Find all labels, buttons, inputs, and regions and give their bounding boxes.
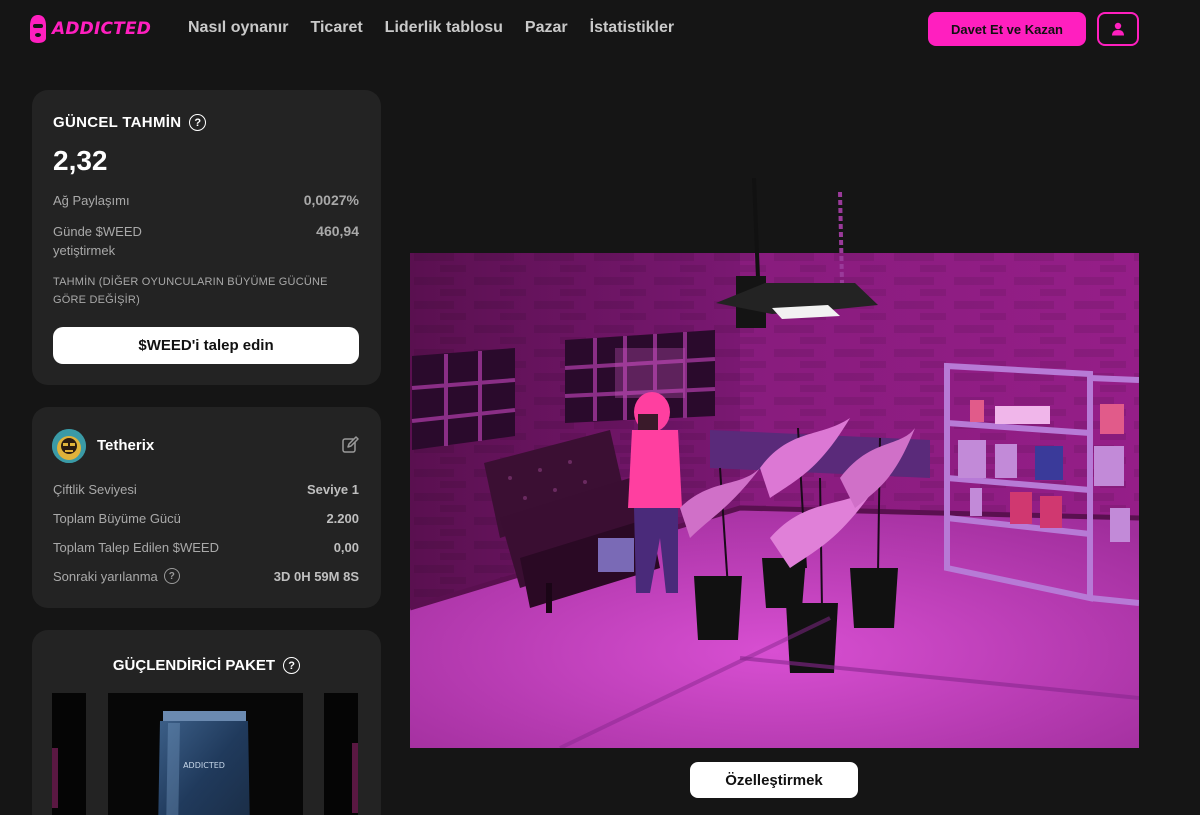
- current-estimate-card: GÜNCEL TAHMİN ? 2,32 Ağ Paylaşımı 0,0027…: [32, 90, 381, 385]
- grow-room-scene[interactable]: [410, 178, 1139, 748]
- daily-grow-value: 460,94: [316, 223, 359, 239]
- next-halving-label: Sonraki yarılanma ?: [53, 568, 180, 584]
- user-profile-button[interactable]: [1097, 12, 1139, 46]
- farm-level-label: Çiftlik Seviyesi: [53, 482, 137, 497]
- username: Tetherix: [97, 437, 155, 454]
- estimate-title-text: GÜNCEL TAHMİN: [53, 114, 182, 131]
- invite-and-earn-button[interactable]: Davet Et ve Kazan: [928, 12, 1086, 46]
- next-halving-label-text: Sonraki yarılanma: [53, 568, 158, 584]
- previous-pack-preview[interactable]: [52, 693, 86, 815]
- estimate-note: TAHMİN (DİĞER OYUNCULARIN BÜYÜME GÜCÜNE …: [53, 276, 328, 306]
- customize-button[interactable]: Özelleştirmek: [690, 762, 858, 798]
- total-grow-power-value: 2.200: [326, 511, 359, 526]
- nav-link-leaderboard[interactable]: Liderlik tablosu: [385, 19, 503, 37]
- nav-link-statistics[interactable]: İstatistikler: [590, 19, 674, 37]
- next-halving-countdown: 3D 0H 59M 8S: [273, 569, 359, 584]
- pack-preview-image: [352, 743, 358, 813]
- farm-level-value: Seviye 1: [306, 482, 359, 497]
- svg-text:ADDICTED: ADDICTED: [183, 761, 225, 770]
- booster-pack-card: GÜÇLENDİRİCİ PAKET ? ADDICTED: [32, 630, 381, 815]
- network-share-label: Ağ Paylaşımı: [53, 193, 130, 208]
- nav-link-how-to-play[interactable]: Nasıl oynanır: [188, 19, 288, 37]
- booster-pack-image[interactable]: ADDICTED: [108, 693, 303, 815]
- booster-pack-title-text: GÜÇLENDİRİCİ PAKET: [112, 657, 276, 674]
- pack-preview-image: [52, 748, 58, 808]
- booster-pack-title: GÜÇLENDİRİCİ PAKET ?: [32, 657, 381, 674]
- user-icon: [1112, 22, 1124, 36]
- brand-logo[interactable]: ADDICTED: [28, 14, 151, 44]
- edit-icon[interactable]: [341, 436, 359, 454]
- nav-link-market[interactable]: Pazar: [525, 19, 568, 37]
- help-icon[interactable]: ?: [189, 114, 207, 131]
- avatar[interactable]: [52, 429, 86, 463]
- next-pack-preview[interactable]: [324, 693, 358, 815]
- player-profile-card: Tetherix Çiftlik Seviyesi Seviye 1 Topla…: [32, 407, 381, 608]
- estimate-title: GÜNCEL TAHMİN ?: [53, 114, 207, 131]
- daily-grow-label-line1: Günde $WEED: [53, 224, 142, 239]
- estimate-value: 2,32: [53, 145, 108, 176]
- brand-name: ADDICTED: [52, 19, 152, 39]
- daily-grow-label-line2: yetiştirmek: [53, 243, 116, 258]
- avatar-image: [52, 429, 86, 463]
- top-navbar: ADDICTED Nasıl oynanır Ticaret Liderlik …: [0, 0, 1200, 60]
- help-icon[interactable]: ?: [163, 568, 180, 584]
- left-window: [411, 348, 516, 450]
- total-claimed-weed-value: 0,00: [333, 540, 359, 555]
- watering-can: [598, 538, 634, 572]
- total-grow-power-label: Toplam Büyüme Gücü: [53, 511, 181, 526]
- help-icon[interactable]: ?: [283, 657, 301, 674]
- claim-weed-button[interactable]: $WEED'i talep edin: [53, 327, 359, 364]
- balaclava-logo-icon: [30, 15, 46, 43]
- total-claimed-weed-label: Toplam Talep Edilen $WEED: [53, 540, 219, 555]
- booster-pack-carousel[interactable]: ADDICTED: [52, 693, 362, 815]
- nav-links: Nasıl oynanır Ticaret Liderlik tablosu P…: [188, 19, 696, 37]
- nav-link-trade[interactable]: Ticaret: [310, 19, 362, 37]
- booster-pack-bag: ADDICTED: [158, 711, 250, 815]
- network-share-value: 0,0027%: [303, 192, 359, 208]
